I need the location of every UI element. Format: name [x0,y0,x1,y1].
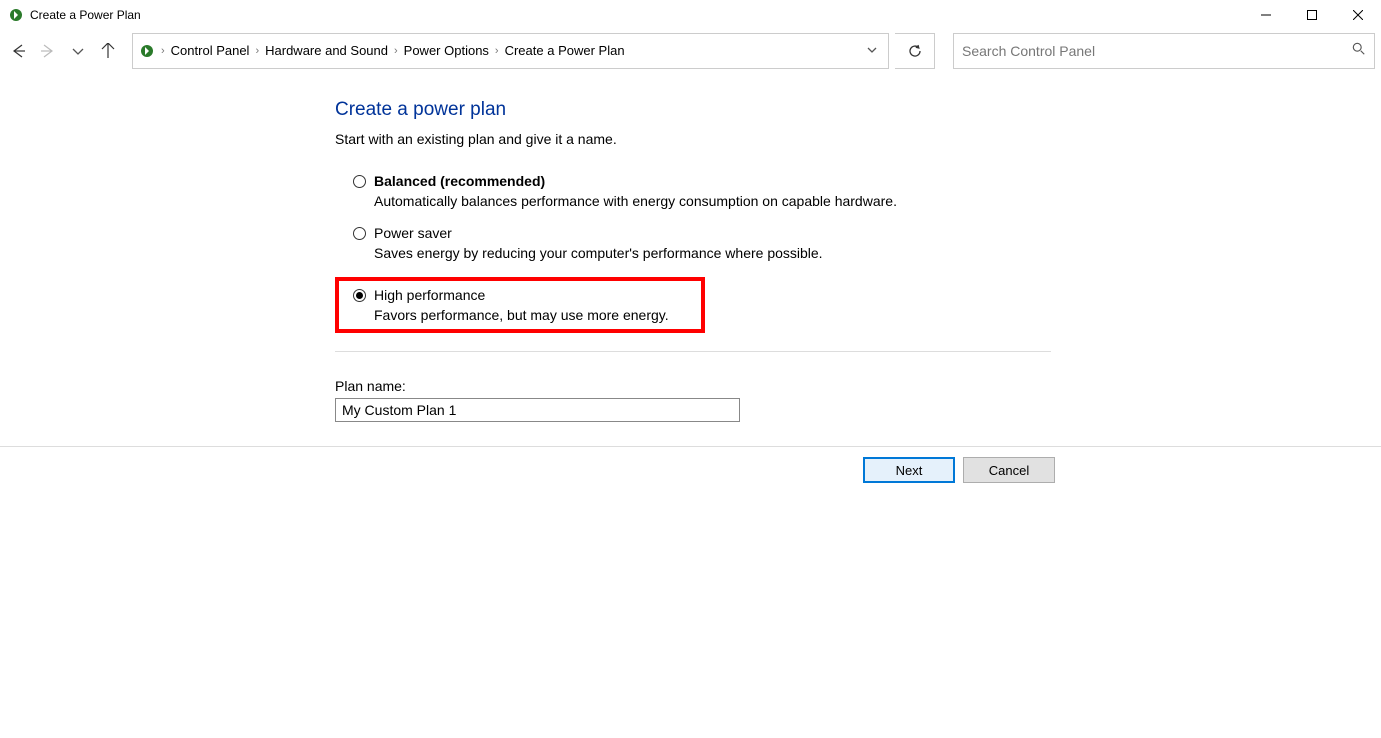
breadcrumb-create-power-plan[interactable]: Create a Power Plan [501,43,629,58]
power-plan-icon [8,7,24,23]
option-power-saver-label: Power saver [374,225,452,241]
radio-power-saver[interactable] [353,227,366,240]
back-button[interactable] [6,39,30,63]
radio-high-performance[interactable] [353,289,366,302]
divider [335,351,1051,352]
forward-button[interactable] [36,39,60,63]
breadcrumb-control-panel[interactable]: Control Panel [167,43,254,58]
page-title: Create a power plan [335,99,1381,121]
option-balanced[interactable]: Balanced (recommended) Automatically bal… [335,167,1381,219]
plan-name-input[interactable] [335,398,740,422]
address-bar[interactable]: › Control Panel › Hardware and Sound › P… [132,33,889,69]
minimize-button[interactable] [1243,0,1289,30]
search-input[interactable] [962,43,1352,59]
titlebar: Create a Power Plan [0,0,1381,30]
chevron-right-icon[interactable]: › [159,45,167,57]
recent-dropdown[interactable] [66,39,90,63]
breadcrumb-hardware-sound[interactable]: Hardware and Sound [261,43,392,58]
option-balanced-desc: Automatically balances performance with … [374,193,1381,209]
search-icon[interactable] [1352,42,1366,59]
highlight-box: High performance Favors performance, but… [335,277,705,333]
plan-name-label: Plan name: [335,378,1381,394]
address-dropdown[interactable] [862,43,882,58]
option-high-performance[interactable]: High performance Favors performance, but… [353,287,693,323]
option-high-performance-desc: Favors performance, but may use more ene… [374,307,693,323]
breadcrumb-power-options[interactable]: Power Options [400,43,493,58]
option-power-saver[interactable]: Power saver Saves energy by reducing you… [335,219,1381,271]
refresh-button[interactable] [895,33,935,69]
option-balanced-label: Balanced (recommended) [374,173,545,189]
maximize-button[interactable] [1289,0,1335,30]
main-content: Create a power plan Start with an existi… [0,71,1381,422]
chevron-right-icon[interactable]: › [253,45,261,57]
option-power-saver-desc: Saves energy by reducing your computer's… [374,245,1381,261]
footer: Next Cancel [0,447,1381,483]
cancel-button[interactable]: Cancel [963,457,1055,483]
window-title: Create a Power Plan [30,8,141,22]
close-button[interactable] [1335,0,1381,30]
up-button[interactable] [96,39,120,63]
radio-balanced[interactable] [353,175,366,188]
toolbar: › Control Panel › Hardware and Sound › P… [0,30,1381,71]
page-subtitle: Start with an existing plan and give it … [335,131,1381,147]
chevron-right-icon[interactable]: › [493,45,501,57]
option-high-performance-label: High performance [374,287,485,303]
search-bar[interactable] [953,33,1375,69]
chevron-right-icon[interactable]: › [392,45,400,57]
power-plan-icon [139,43,155,59]
next-button[interactable]: Next [863,457,955,483]
